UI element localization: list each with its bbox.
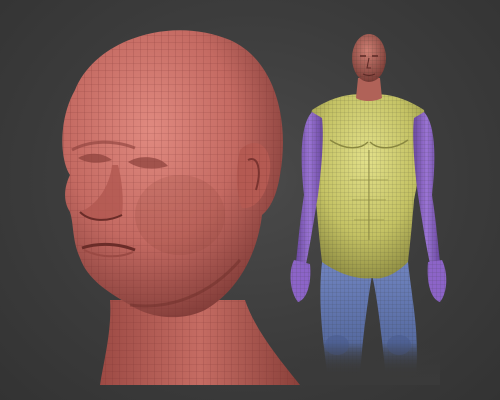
head-bust-model	[62, 30, 300, 385]
3d-viewport	[0, 0, 500, 400]
full-body-model	[290, 34, 447, 385]
scene-render	[62, 30, 447, 385]
